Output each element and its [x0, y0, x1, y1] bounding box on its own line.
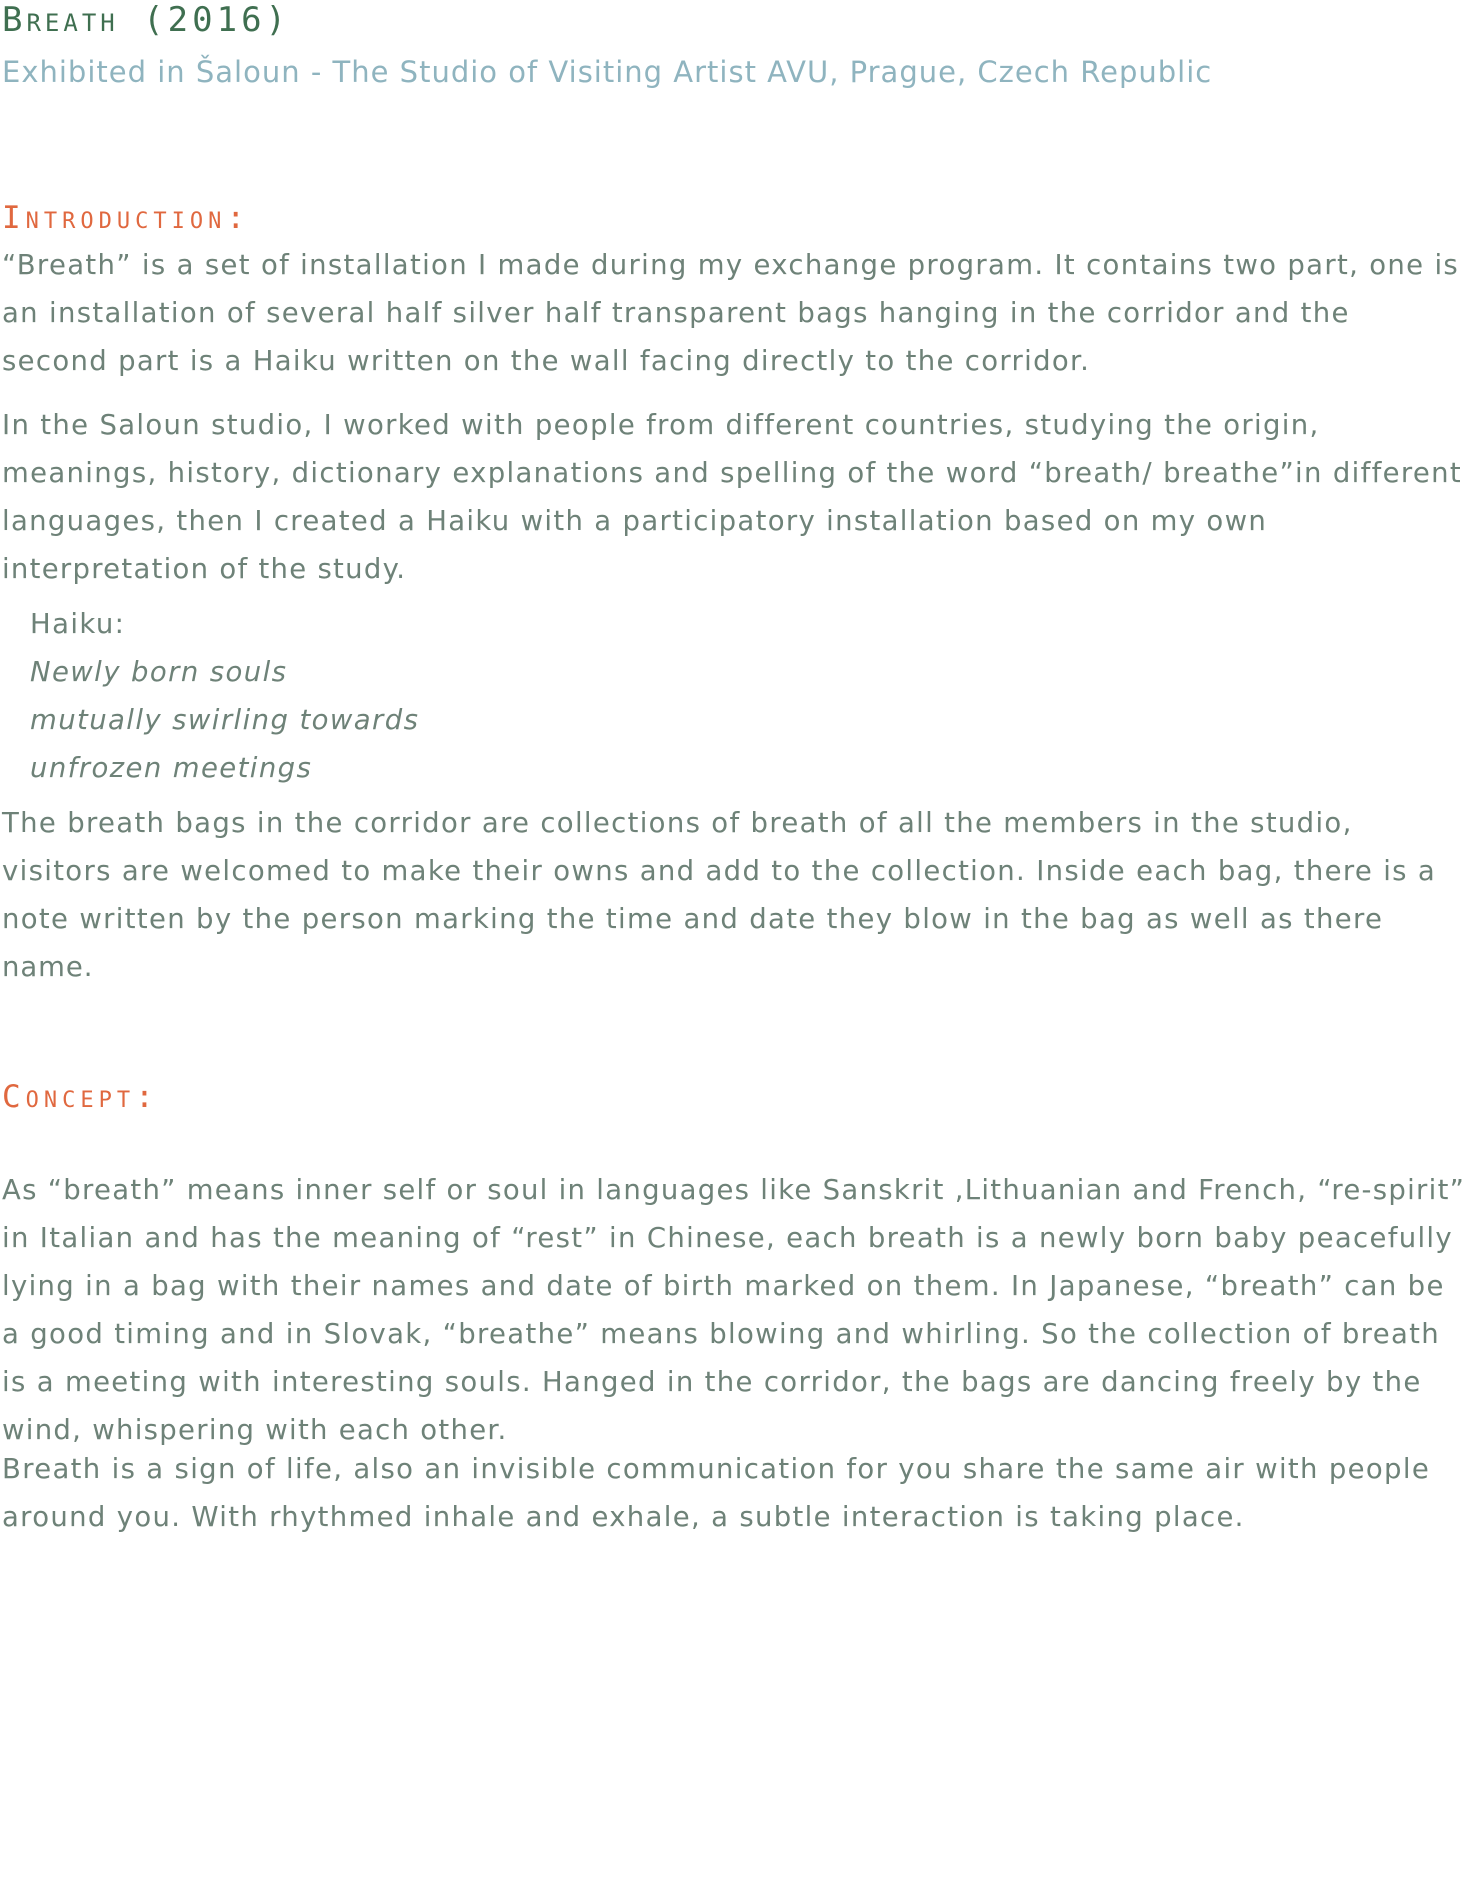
text-line: an installation of several half silver h…	[2, 297, 1350, 329]
text-line: a good timing and in Slovak, “breathe” m…	[2, 1318, 1441, 1350]
concept-paragraph-2: Breath is a sign of life, also an invisi…	[2, 1445, 1472, 1541]
introduction-paragraph-2: In the Saloun studio, I worked with peop…	[2, 401, 1472, 593]
page-title: Breath (2016)	[2, 0, 291, 40]
text-line: is a meeting with interesting souls. Han…	[2, 1366, 1422, 1398]
text-line: lying in a bag with their names and date…	[2, 1270, 1445, 1302]
text-line: “Breath” is a set of installation I made…	[2, 249, 1460, 281]
text-line: The breath bags in the corridor are coll…	[2, 807, 1353, 839]
exhibition-subtitle: Exhibited in Šaloun - The Studio of Visi…	[2, 55, 1213, 89]
text-line: note written by the person marking the t…	[2, 903, 1384, 935]
introduction-paragraph-3: The breath bags in the corridor are coll…	[2, 799, 1472, 991]
text-line: interpretation of the study.	[2, 553, 407, 585]
text-line: around you. With rhythmed inhale and exh…	[2, 1501, 1245, 1533]
concept-heading: Concept:	[2, 1079, 159, 1115]
text-line: name.	[2, 951, 94, 983]
text-line: Breath is a sign of life, also an invisi…	[2, 1453, 1431, 1485]
text-line: in Italian and has the meaning of “rest”…	[2, 1222, 1454, 1254]
concept-paragraph-1: As “breath” means inner self or soul in …	[2, 1166, 1472, 1454]
haiku-line: mutually swirling towards	[30, 704, 420, 736]
haiku-line: unfrozen meetings	[30, 752, 313, 784]
introduction-heading: Introduction:	[2, 200, 251, 236]
text-line: languages, then I created a Haiku with a…	[2, 505, 1268, 537]
artwork-page: Breath (2016) Exhibited in Šaloun - The …	[0, 0, 1475, 1888]
haiku-label: Haiku:	[30, 608, 126, 640]
text-line: In the Saloun studio, I worked with peop…	[2, 409, 1320, 441]
introduction-paragraph-1: “Breath” is a set of installation I made…	[2, 241, 1472, 385]
haiku-block: Haiku: Newly born souls mutually swirlin…	[30, 600, 419, 792]
text-line: As “breath” means inner self or soul in …	[2, 1174, 1466, 1206]
text-line: second part is a Haiku written on the wa…	[2, 345, 1091, 377]
text-line: visitors are welcomed to make their owns…	[2, 855, 1437, 887]
text-line: meanings, history, dictionary explanatio…	[2, 457, 1463, 489]
haiku-line: Newly born souls	[30, 656, 288, 688]
